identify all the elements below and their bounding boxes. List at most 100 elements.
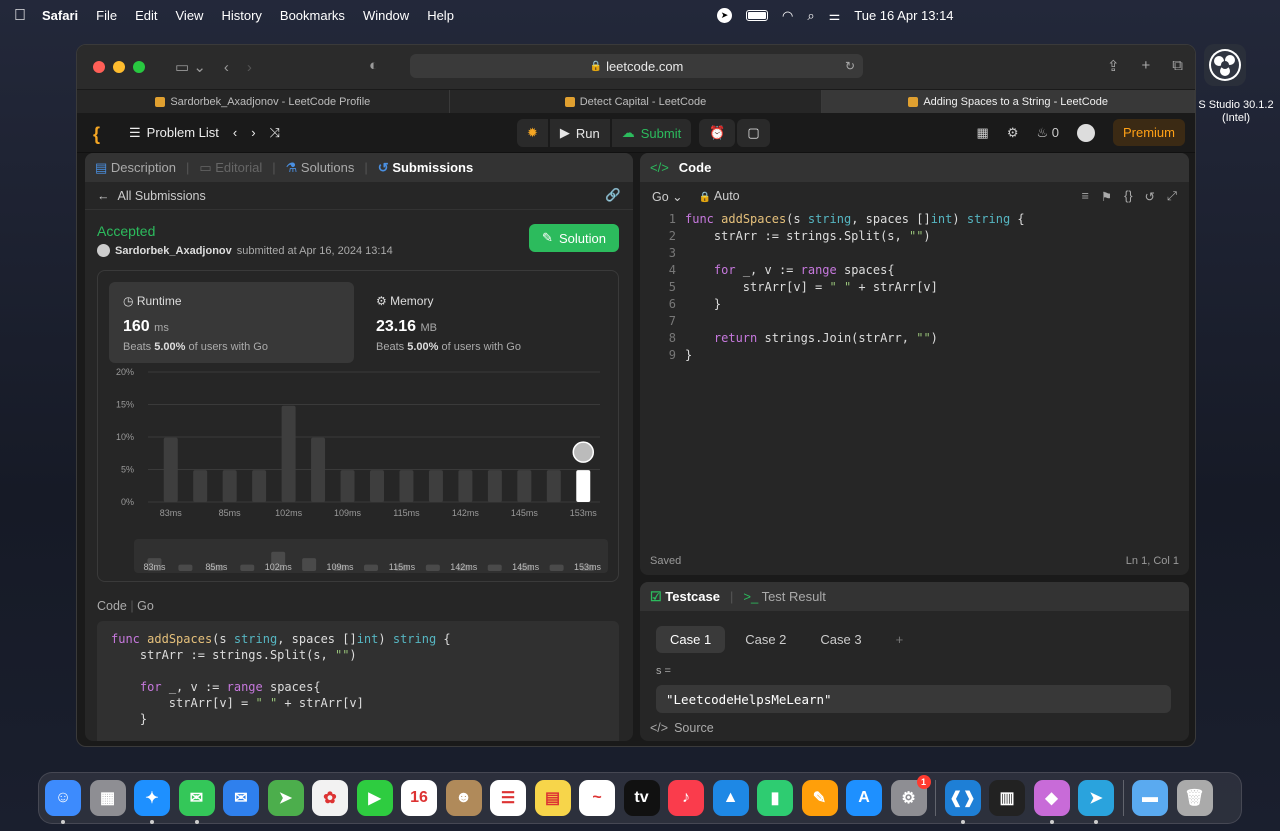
submitted-code-block[interactable]: func addSpaces(s string, spaces []int) s… <box>97 621 619 741</box>
dock-tv-icon[interactable]: tv <box>623 780 660 816</box>
apple-icon[interactable]:  <box>14 7 26 25</box>
notes-button[interactable]: ▢ <box>737 119 770 147</box>
layout-icon[interactable]: ▦ <box>977 125 989 141</box>
dock-mail-icon[interactable]: ✉ <box>223 780 259 816</box>
menu-view[interactable]: View <box>176 8 204 23</box>
back-arrow-icon[interactable]: ← <box>97 189 110 203</box>
tab-description[interactable]: ▤ Description <box>95 160 176 176</box>
current-runtime-bar[interactable] <box>576 470 591 502</box>
chart-bar[interactable] <box>370 470 384 502</box>
premium-button[interactable]: Premium <box>1112 119 1185 146</box>
tab-submissions[interactable]: ↺ Submissions <box>378 160 473 176</box>
code-editor[interactable]: 1 func addSpaces(s string, spaces []int) … <box>640 211 1189 541</box>
privacy-shield-icon[interactable]: ◐ <box>369 57 378 74</box>
dock-app-store-icon[interactable]: A <box>846 780 882 816</box>
editor-code-line[interactable]: strArr[v] = " " + strArr[v] <box>685 279 938 296</box>
spotlight-icon[interactable]: ⌕ <box>807 8 814 24</box>
submitter-name[interactable]: Sardorbek_Axadjonov <box>115 245 232 257</box>
forward-icon[interactable]: › <box>247 59 252 76</box>
dock-safari-icon[interactable]: ✦ <box>134 780 170 824</box>
dock-numbers-icon[interactable]: ▮ <box>757 780 793 816</box>
dock-photos-icon[interactable]: ✿ <box>312 780 348 816</box>
dock-maps-icon[interactable]: ➤ <box>267 780 304 816</box>
next-problem-icon[interactable]: › <box>251 125 255 140</box>
sidebar-toggle-icon[interactable]: ▭ ⌄ <box>175 58 206 76</box>
debug-button[interactable]: ✹ <box>517 119 548 147</box>
chart-bar[interactable] <box>399 470 414 502</box>
runtime-card[interactable]: ◷ Runtime 160 ms Beats 5.00% of users wi… <box>109 282 354 363</box>
editor-code-line[interactable]: func addSpaces(s string, spaces []int) s… <box>685 211 1025 228</box>
dock-keynote-icon[interactable]: ▲ <box>712 780 749 816</box>
address-bar[interactable]: 🔒 leetcode.com ↻ <box>410 54 863 78</box>
back-icon[interactable]: ‹ <box>224 59 229 76</box>
runtime-range-selector[interactable]: 83ms 85ms 102ms 109ms 115ms 142ms 145ms 153ms <box>134 539 608 573</box>
leetcode-logo-icon[interactable]: { <box>93 124 111 144</box>
reset-icon[interactable]: ↺ <box>1145 189 1155 204</box>
new-tab-icon[interactable]: + <box>1142 57 1151 75</box>
share-icon[interactable]: ⇪ <box>1107 57 1120 75</box>
timer-button[interactable]: ⏰ <box>699 119 736 147</box>
dock-folder-icon[interactable]: ▬ <box>1132 780 1168 816</box>
editor-code-line[interactable]: } <box>685 347 692 364</box>
case-3-tab[interactable]: Case 3 <box>806 626 875 653</box>
all-submissions-link[interactable]: All Submissions <box>118 189 206 203</box>
chart-bar[interactable] <box>428 470 443 502</box>
tab-test-result[interactable]: >_ Test Result <box>743 589 826 604</box>
braces-icon[interactable]: {} <box>1124 189 1132 204</box>
menu-window[interactable]: Window <box>363 8 409 23</box>
menubar-clock[interactable]: Tue 16 Apr 13:14 <box>854 8 953 23</box>
editor-code-line[interactable]: return strings.Join(strArr, "") <box>685 330 938 347</box>
expand-icon[interactable]: ⤢ <box>1167 189 1177 204</box>
tab-editorial[interactable]: ▭ Editorial <box>199 160 262 176</box>
problem-list-button[interactable]: ☰ Problem List <box>129 125 219 141</box>
battery-icon[interactable] <box>746 10 768 21</box>
chart-bar[interactable] <box>487 470 502 502</box>
editor-code-line[interactable]: strArr := strings.Split(s, "") <box>685 228 931 245</box>
language-select[interactable]: Go ⌄ <box>652 189 683 204</box>
chart-bar[interactable] <box>546 470 561 502</box>
tab-testcase[interactable]: ☑ Testcase <box>650 589 720 605</box>
obs-desktop-icon[interactable] <box>1204 44 1246 86</box>
run-button[interactable]: ▶ Run <box>549 119 610 147</box>
dock-telegram-icon[interactable]: ➤ <box>1078 780 1114 824</box>
bookmark-icon[interactable]: ⚑ <box>1101 189 1112 204</box>
dock-vs-code-icon[interactable]: ❰❱ <box>944 780 981 824</box>
streak-counter[interactable]: ♨ 0 <box>1036 125 1059 141</box>
close-window-button[interactable] <box>93 61 105 73</box>
menu-help[interactable]: Help <box>427 8 454 23</box>
dock-freeform-icon[interactable]: ~ <box>579 780 615 816</box>
case-1-tab[interactable]: Case 1 <box>656 626 726 653</box>
format-icon[interactable]: ≡ <box>1082 189 1089 204</box>
dock-contacts-icon[interactable]: ☻ <box>445 780 482 816</box>
chart-bar[interactable] <box>458 470 473 502</box>
minimize-window-button[interactable] <box>113 61 125 73</box>
dock-gem-icon[interactable]: ◆ <box>1033 780 1070 824</box>
menu-file[interactable]: File <box>96 8 117 23</box>
chart-bar[interactable] <box>163 437 178 502</box>
prev-problem-icon[interactable]: ‹ <box>233 125 237 140</box>
dock-reminders-icon[interactable]: ☰ <box>490 780 526 816</box>
dock-trash-icon[interactable]: 🗑 <box>1176 780 1213 816</box>
tab-solutions[interactable]: ⚗ Solutions <box>286 160 355 176</box>
zoom-window-button[interactable] <box>133 61 145 73</box>
chart-bar[interactable] <box>517 470 532 502</box>
dock-finder-icon[interactable]: ☺ <box>45 780 81 824</box>
dock-pages-icon[interactable]: ✎ <box>801 780 838 816</box>
dock-music-icon[interactable]: ♪ <box>668 780 704 816</box>
shuffle-icon[interactable]: ⤨ <box>270 125 280 141</box>
chart-bar[interactable] <box>281 405 296 502</box>
dock-messages-icon[interactable]: ✉ <box>178 780 215 824</box>
location-icon[interactable]: ➤ <box>717 8 732 23</box>
dock-calendar-icon[interactable]: 16 <box>401 780 437 816</box>
dock-launchpad-icon[interactable]: ▦ <box>89 780 126 816</box>
menu-bookmarks[interactable]: Bookmarks <box>280 8 345 23</box>
solution-button[interactable]: ✎ Solution <box>529 224 619 252</box>
tab-profile[interactable]: Sardorbek_Axadjonov - LeetCode Profile <box>77 90 450 113</box>
memory-card[interactable]: ⚙ Memory 23.16 MB Beats 5.00% of users w… <box>366 282 606 363</box>
editor-code-line[interactable]: for _, v := range spaces{ <box>685 262 895 279</box>
menu-history[interactable]: History <box>221 8 261 23</box>
reload-icon[interactable]: ↻ <box>845 59 855 73</box>
dock-piano-icon[interactable]: ▥ <box>989 780 1025 816</box>
user-avatar[interactable] <box>1076 123 1095 142</box>
chart-bar[interactable] <box>252 470 267 502</box>
